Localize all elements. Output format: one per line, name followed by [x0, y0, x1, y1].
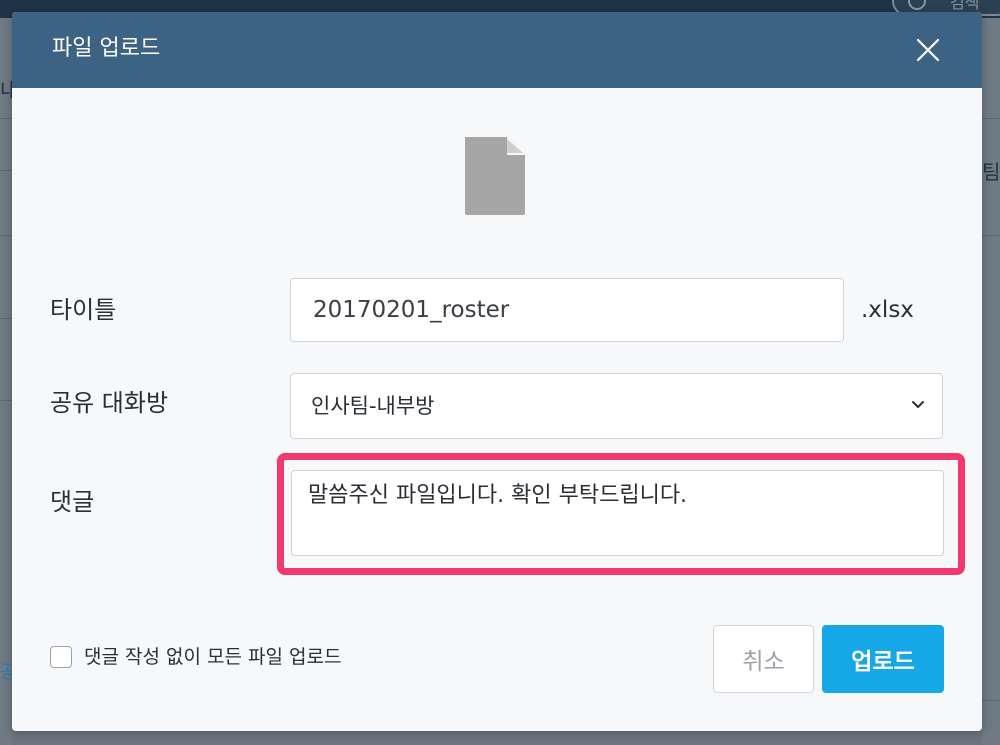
share-room-label: 공유 대화방 [50, 389, 169, 417]
background-divider [0, 318, 12, 319]
background-right-panel [982, 18, 1000, 745]
document-icon [465, 137, 525, 215]
skip-comment-checkbox[interactable] [50, 646, 72, 668]
background-divider [0, 170, 12, 171]
background-divider [0, 118, 12, 119]
extension-label: .xlsx [861, 297, 914, 323]
background-right-text: 팀 [982, 160, 1000, 184]
background-divider [982, 118, 1000, 119]
upload-button[interactable]: 업로드 [822, 625, 944, 693]
background-divider [0, 400, 12, 401]
close-button[interactable] [908, 30, 948, 70]
background-search-text: 검색 [950, 0, 980, 12]
background-divider [982, 235, 1000, 236]
close-icon [916, 38, 940, 62]
search-icon [908, 0, 926, 10]
title-label: 타이틀 [50, 296, 117, 324]
chevron-down-icon [912, 401, 924, 408]
comment-label: 댓글 [50, 488, 95, 516]
share-room-value: 인사팀-내부방 [311, 394, 435, 418]
background-divider [982, 700, 1000, 701]
dialog-title: 파일 업로드 [52, 36, 161, 61]
background-left-panel [0, 18, 12, 745]
title-input[interactable] [290, 278, 844, 342]
dialog-header: 파일 업로드 [12, 12, 982, 88]
comment-textarea[interactable]: 말씀주신 파일입니다. 확인 부탁드립니다. [291, 470, 944, 556]
background-divider [0, 235, 12, 236]
background-left-text: 내 [0, 78, 12, 102]
file-upload-dialog: 파일 업로드 타이틀 .xlsx 공유 대화방 인사팀-내부방 댓글 말씀주신 … [12, 12, 982, 731]
skip-comment-label: 댓글 작성 없이 모든 파일 업로드 [84, 646, 342, 668]
share-room-select[interactable]: 인사팀-내부방 [290, 373, 943, 439]
cancel-button[interactable]: 취소 [713, 625, 814, 693]
background-left-link: 공 [0, 662, 12, 683]
